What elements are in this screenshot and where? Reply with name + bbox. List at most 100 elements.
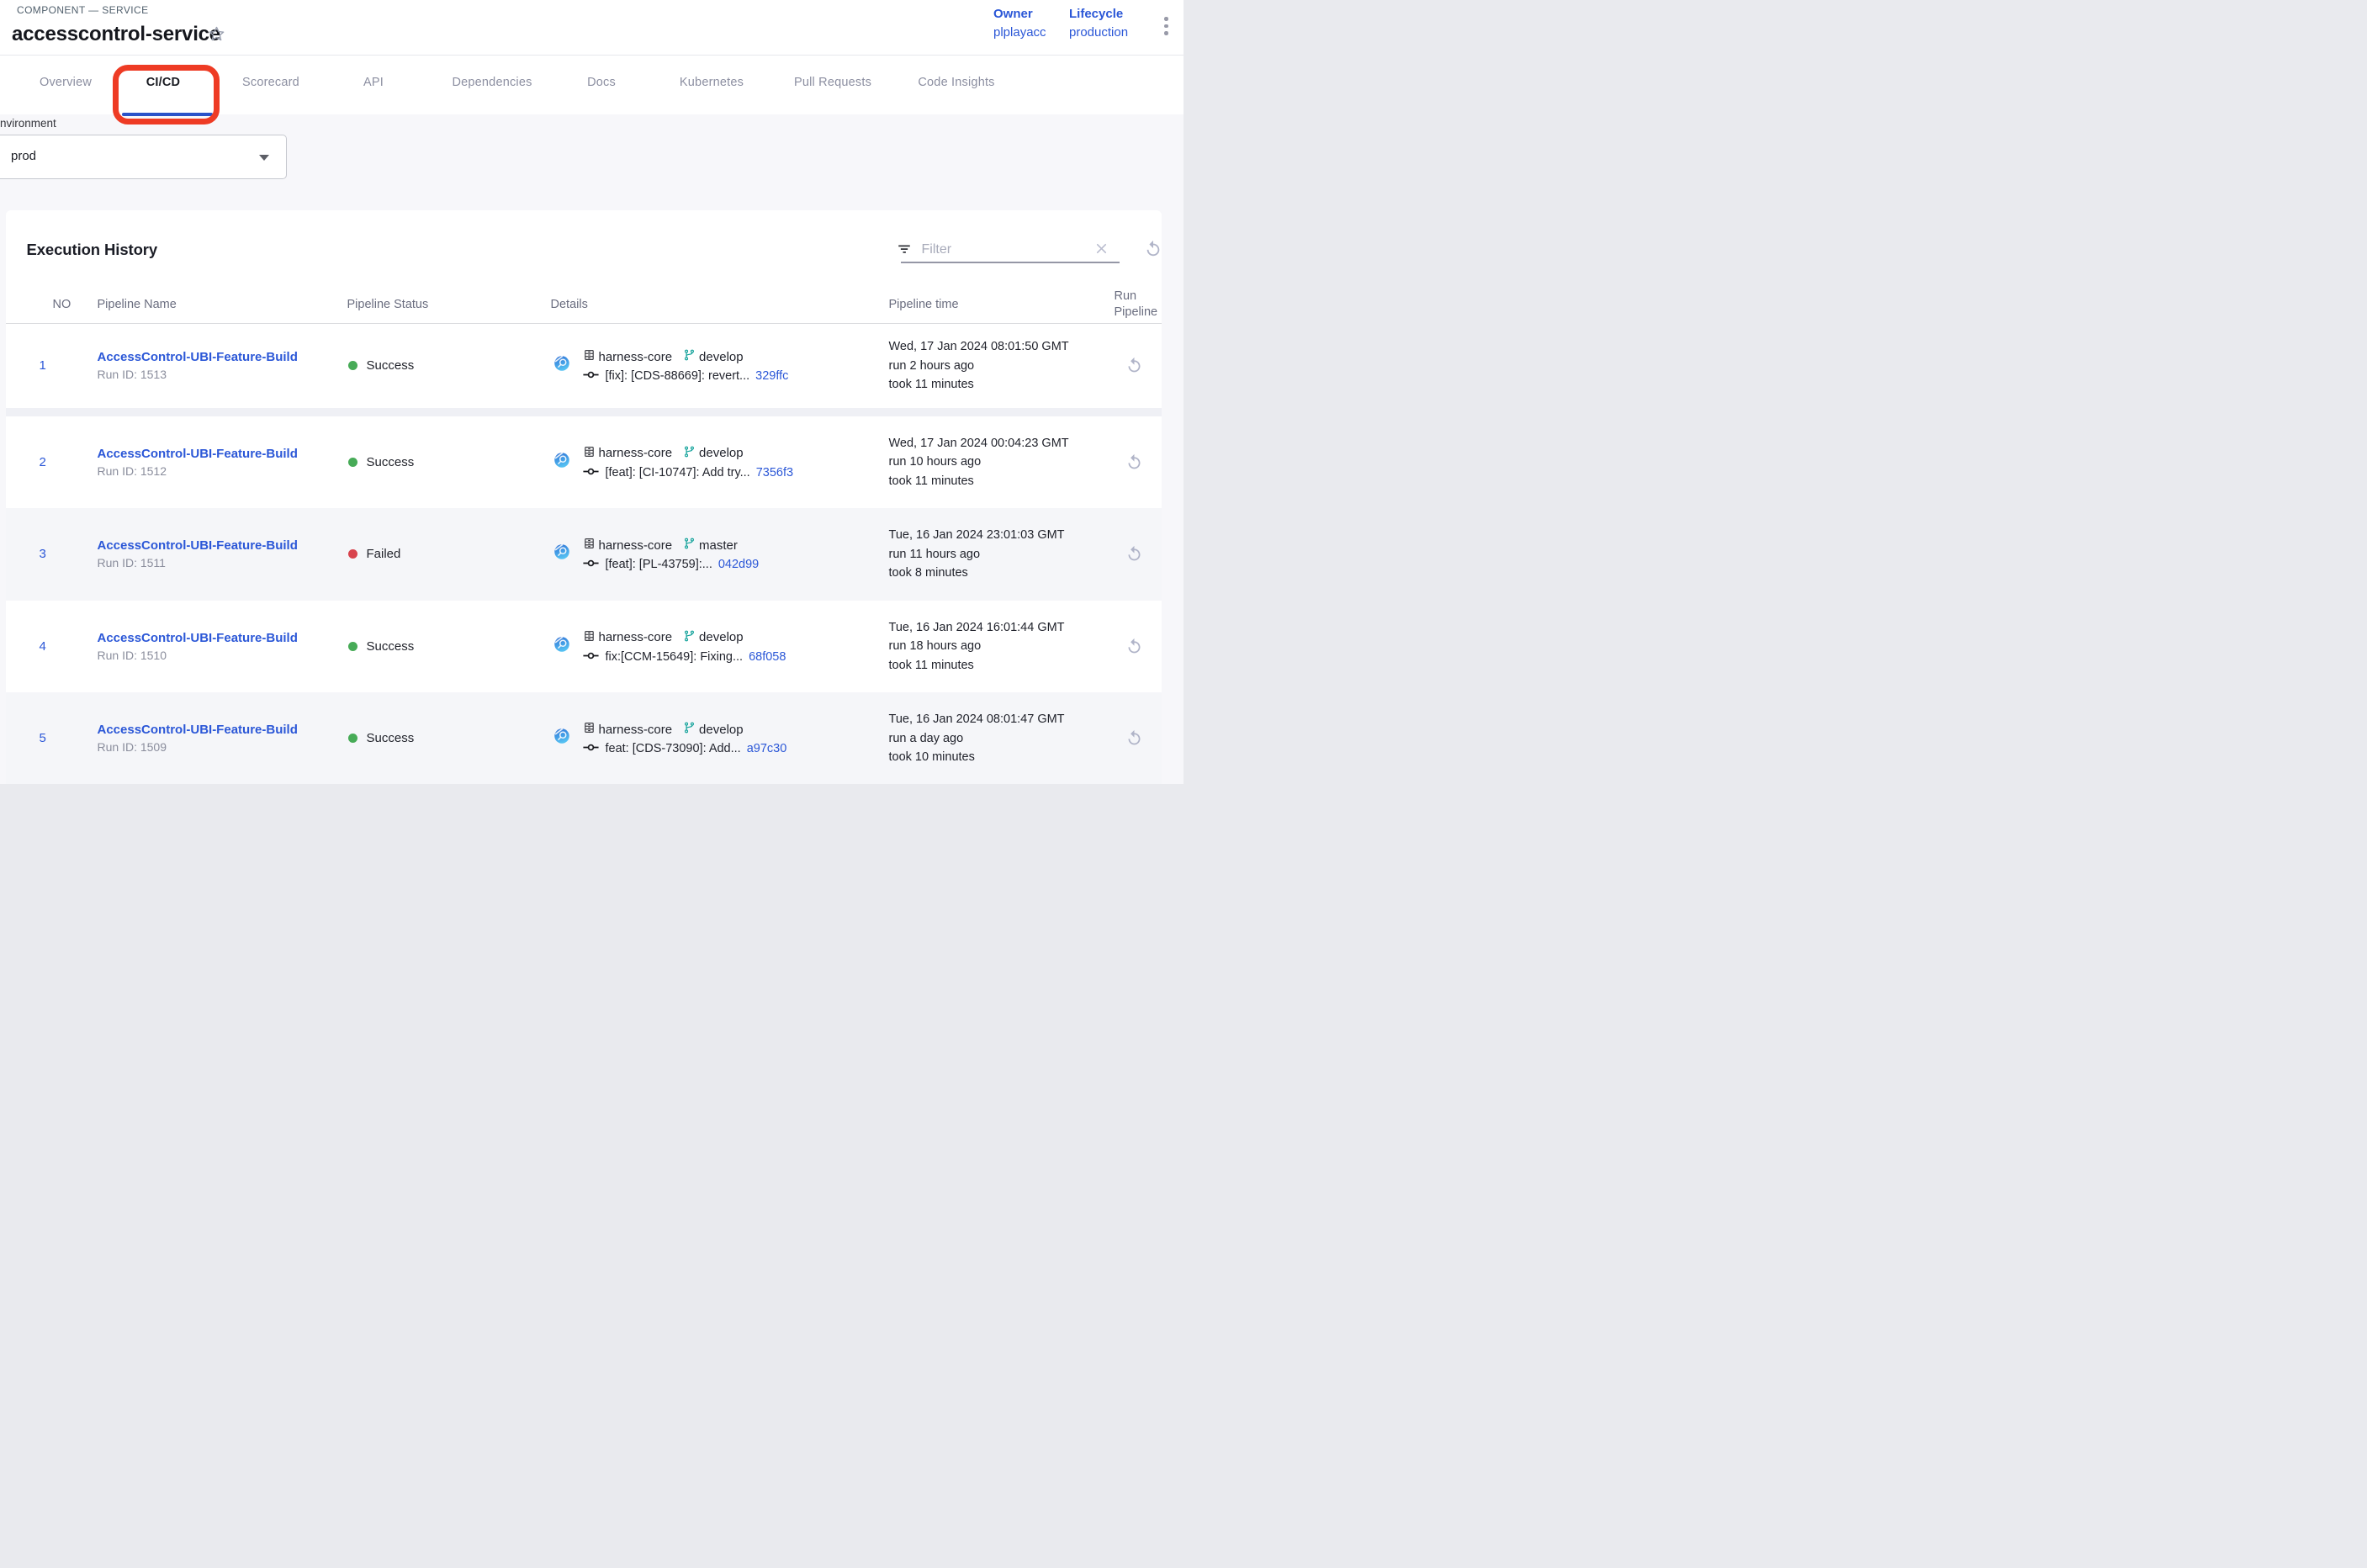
filter-input[interactable] (920, 238, 1075, 262)
git-commit-icon (583, 650, 599, 664)
repository-icon (583, 445, 596, 462)
status-dot (348, 642, 357, 651)
run-id: Run ID: 1513 (98, 368, 298, 381)
tab-dependencies[interactable]: Dependencies (452, 76, 532, 89)
pipeline-time: Wed, 17 Jan 2024 08:01:50 GMT run 2 hour… (889, 324, 1069, 408)
pipeline-name-link[interactable]: AccessControl-UBI-Feature-Build (98, 350, 298, 364)
page-title: accesscontrol-service (12, 23, 220, 46)
run-pipeline-button[interactable] (1125, 508, 1143, 601)
branch-name: develop (699, 446, 744, 460)
pipeline-time-ago: run 11 hours ago (889, 545, 1065, 564)
pipeline-time-took: took 11 minutes (889, 472, 1069, 491)
screen: COMPONENT — SERVICE accesscontrol-servic… (0, 0, 1184, 784)
tab-kubernetes[interactable]: Kubernetes (680, 76, 744, 89)
lifecycle-block: Lifecycle production (1069, 5, 1128, 42)
run-id: Run ID: 1511 (98, 556, 298, 569)
pipeline-name-link[interactable]: AccessControl-UBI-Feature-Build (98, 631, 298, 645)
kebab-menu-icon[interactable] (1162, 14, 1171, 38)
run-pipeline-button[interactable] (1125, 692, 1143, 784)
pipeline-icon (553, 728, 570, 749)
status-text: Success (367, 731, 415, 745)
tab-docs[interactable]: Docs (587, 76, 616, 89)
filter-icon (897, 241, 912, 261)
git-commit-icon (583, 369, 599, 383)
repo-name: harness-core (599, 538, 673, 553)
run-id: Run ID: 1509 (98, 740, 298, 754)
status-text: Success (367, 358, 415, 373)
row-number: 4 (40, 601, 46, 693)
status-dot (348, 549, 357, 559)
pipeline-time: Tue, 16 Jan 2024 23:01:03 GMT run 11 hou… (889, 508, 1065, 601)
pipeline-time: Wed, 17 Jan 2024 00:04:23 GMT run 10 hou… (889, 416, 1069, 509)
execution-history-card: Execution History NO Pipeline Name Pipel… (6, 210, 1162, 784)
repository-icon (583, 537, 596, 554)
tab-api[interactable]: API (363, 76, 384, 89)
pipeline-time-ago: run 10 hours ago (889, 453, 1069, 472)
row-number: 5 (40, 692, 46, 784)
pipeline-time-took: took 11 minutes (889, 375, 1069, 395)
column-details: Details (551, 298, 588, 311)
commit-sha-link[interactable]: 329ffc (755, 369, 788, 383)
lifecycle-link[interactable]: production (1069, 24, 1128, 42)
run-id: Run ID: 1512 (98, 464, 298, 478)
table-row: 3 AccessControl-UBI-Feature-Build Run ID… (6, 508, 1162, 601)
clear-filter-icon[interactable] (1094, 241, 1109, 260)
repo-name: harness-core (599, 446, 673, 460)
pipeline-name-link[interactable]: AccessControl-UBI-Feature-Build (98, 447, 298, 461)
git-branch-icon (683, 629, 696, 646)
commit-message: fix:[CCM-15649]: Fixing... (606, 650, 744, 664)
table-row: 2 AccessControl-UBI-Feature-Build Run ID… (6, 416, 1162, 509)
git-branch-icon (683, 348, 696, 365)
pipeline-time-ago: run 2 hours ago (889, 357, 1069, 376)
pipeline-time-date: Wed, 17 Jan 2024 08:01:50 GMT (889, 337, 1069, 357)
owner-link[interactable]: plplayacc (993, 24, 1046, 42)
git-branch-icon (683, 721, 696, 738)
commit-message: feat: [CDS-73090]: Add... (606, 742, 741, 755)
run-id: Run ID: 1510 (98, 649, 298, 662)
status-dot (348, 734, 357, 743)
page-header: COMPONENT — SERVICE accesscontrol-servic… (0, 0, 1184, 56)
pipeline-name-link[interactable]: AccessControl-UBI-Feature-Build (98, 723, 298, 737)
tab-cicd[interactable]: CI/CD (146, 76, 180, 89)
commit-message: [feat]: [CI-10747]: Add try... (606, 466, 750, 479)
column-run-pipeline: Run Pipeline (1115, 289, 1158, 320)
tab-overview[interactable]: Overview (40, 76, 92, 89)
row-number: 1 (40, 324, 46, 408)
git-branch-icon (683, 537, 696, 554)
breadcrumb: COMPONENT — SERVICE (17, 4, 149, 16)
run-pipeline-button[interactable] (1125, 416, 1143, 509)
filter-input-underline (901, 262, 1120, 263)
repo-name: harness-core (599, 723, 673, 737)
pipeline-icon (553, 452, 570, 473)
pipeline-time: Tue, 16 Jan 2024 16:01:44 GMT run 18 hou… (889, 601, 1065, 693)
refresh-icon[interactable] (1144, 240, 1162, 262)
favorite-star-icon[interactable] (208, 25, 225, 47)
table-header: NO Pipeline Name Pipeline Status Details… (6, 286, 1162, 324)
run-pipeline-button[interactable] (1125, 601, 1143, 693)
pipeline-time-date: Tue, 16 Jan 2024 08:01:47 GMT (889, 710, 1065, 729)
commit-sha-link[interactable]: 042d99 (718, 558, 759, 571)
tab-pull-requests[interactable]: Pull Requests (794, 76, 871, 89)
pipeline-name-link[interactable]: AccessControl-UBI-Feature-Build (98, 538, 298, 553)
status-text: Success (367, 455, 415, 469)
branch-name: develop (699, 723, 744, 737)
table-row: 5 AccessControl-UBI-Feature-Build Run ID… (6, 692, 1162, 784)
commit-sha-link[interactable]: a97c30 (747, 742, 787, 755)
owner-block: Owner plplayacc (993, 5, 1046, 42)
git-commit-icon (583, 742, 599, 755)
table-row: 1 AccessControl-UBI-Feature-Build Run ID… (6, 324, 1162, 416)
tab-scorecard[interactable]: Scorecard (242, 76, 299, 89)
run-pipeline-button[interactable] (1125, 324, 1143, 408)
commit-sha-link[interactable]: 68f058 (749, 650, 786, 664)
pipeline-time-date: Wed, 17 Jan 2024 00:04:23 GMT (889, 434, 1069, 453)
status-text: Failed (367, 547, 401, 561)
tab-code-insights[interactable]: Code Insights (918, 76, 994, 89)
environment-select[interactable]: prod (0, 135, 287, 179)
commit-sha-link[interactable]: 7356f3 (756, 466, 793, 479)
column-name: Pipeline Name (98, 298, 177, 311)
pipeline-icon (553, 543, 570, 564)
pipeline-time-took: took 11 minutes (889, 656, 1065, 675)
pipeline-time-took: took 10 minutes (889, 748, 1065, 767)
environment-label: nvironment (0, 117, 56, 130)
active-tab-underline (122, 113, 213, 116)
